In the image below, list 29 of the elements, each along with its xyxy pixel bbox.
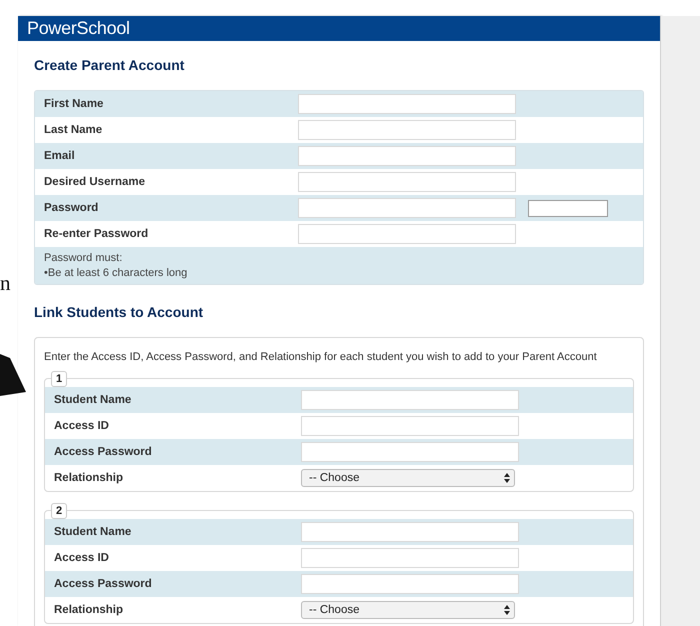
margin-text: n — [0, 271, 10, 296]
field-label: Relationship — [53, 472, 124, 484]
input-field[interactable] — [528, 200, 608, 216]
field-label: Email — [43, 150, 76, 162]
student-number: 1 — [51, 371, 68, 387]
caret-icon — [504, 473, 510, 483]
field-label: First Name — [43, 98, 104, 110]
field-label: Access ID — [53, 552, 110, 564]
field-label: Relationship — [53, 604, 124, 616]
arrow-drawing — [0, 354, 26, 396]
intro-text: Enter the Access ID, Access Password, and Relationship for each student you wish to add to your Parent Account — [44, 351, 597, 363]
relationship-dropdown[interactable]: -- Choose — [301, 601, 515, 619]
section-title: Link Students to Account — [34, 304, 204, 320]
field-label: Student Name — [53, 526, 132, 538]
field-label: Student Name — [53, 394, 132, 406]
section-title: Create Parent Account — [34, 57, 184, 73]
field-label: Access Password — [53, 578, 153, 590]
caret-icon — [504, 605, 510, 615]
hint-text: Password must: — [44, 252, 124, 264]
field-label: Access Password — [53, 446, 153, 458]
logo: PowerSchool — [27, 18, 130, 39]
relationship-dropdown[interactable]: -- Choose — [301, 469, 515, 487]
field-label: Access ID — [53, 420, 110, 432]
field-label: Desired Username — [43, 176, 146, 188]
student-number: 2 — [51, 503, 68, 519]
field-label: Last Name — [43, 124, 104, 136]
field-label: Re-enter Password — [43, 228, 150, 240]
field-label: Password — [43, 202, 100, 214]
hint-text: •Be at least 6 characters long — [44, 267, 188, 279]
